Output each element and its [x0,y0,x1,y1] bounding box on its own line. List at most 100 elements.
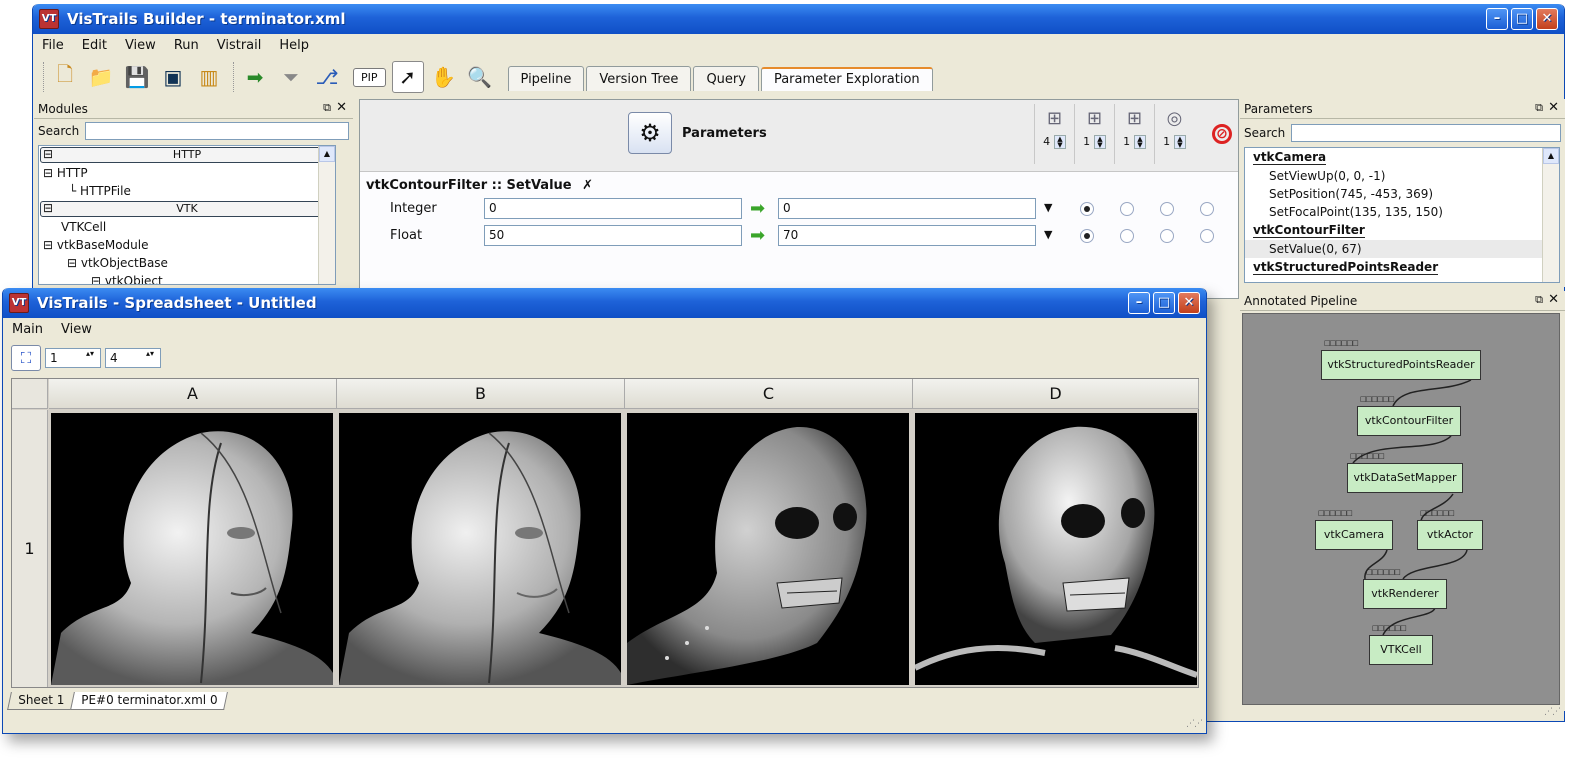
tree-item[interactable]: VTKCell [39,218,335,236]
pip-button[interactable]: PIP [353,67,386,87]
dimension-control-3[interactable]: ⊞ 1 ▲ ▼ [1114,104,1154,164]
sheet-tab-1[interactable]: Sheet 1 [7,692,76,710]
panel-close-icon[interactable]: ✕ [336,100,347,115]
open-folder-icon[interactable]: 📁 [85,61,117,93]
row-count-spinbox[interactable]: 1 [45,348,101,368]
param-start-input[interactable]: 0 [484,198,742,219]
pan-hand-icon[interactable]: ✋ [428,61,460,93]
builder-titlebar[interactable]: VT VisTrails Builder - terminator.xml – … [33,4,1564,34]
pipeline-module[interactable]: vtkContourFilter [1357,395,1461,436]
dimension-spinner[interactable]: ▲ ▼ [1173,134,1186,149]
dimension-control-2[interactable]: ⊞ 1 ▲ ▼ [1074,104,1114,164]
param-item[interactable]: SetViewUp(0, 0, -1) [1245,167,1559,185]
menu-main[interactable]: Main [3,322,52,337]
menu-view[interactable]: View [52,322,101,337]
bookmarks-icon[interactable]: ▥ [193,61,225,93]
tree-category-http[interactable]: HTTP [40,147,334,163]
close-button[interactable]: ✕ [1536,8,1558,30]
param-group-header[interactable]: vtkContourFilter [1245,221,1559,240]
pipeline-module[interactable]: vtkCamera [1315,509,1393,550]
dimension-control-4[interactable]: ◎ 1 ▲ ▼ [1154,104,1194,164]
dimension-radio-3[interactable] [1160,202,1174,216]
param-item[interactable]: SetValue(0, 67) [1245,240,1559,258]
pipeline-module[interactable]: vtkDataSetMapper [1347,452,1463,493]
dimension-radio-1[interactable] [1080,229,1094,243]
param-group-header[interactable]: vtkCamera [1245,148,1559,167]
menu-help[interactable]: Help [270,38,318,53]
dimension-radio-2[interactable] [1120,229,1134,243]
tree-item[interactable]: ⊟ vtkBaseModule [39,236,335,254]
tree-item[interactable]: ⊟ vtkObjectBase [39,254,335,272]
tab-query[interactable]: Query [693,66,759,91]
render-cell-d[interactable] [915,413,1197,685]
maximize-button[interactable]: □ [1511,8,1533,30]
tab-pipeline[interactable]: Pipeline [507,66,585,91]
tree-item[interactable]: └ HTTPFile [39,182,335,200]
grid-corner[interactable] [12,379,48,409]
execute-icon[interactable]: ➡ [239,61,271,93]
param-item[interactable]: SetPosition(745, -453, 369) [1245,185,1559,203]
undock-icon[interactable]: ⧉ [323,101,331,115]
dimension-radio-2[interactable] [1120,202,1134,216]
pipeline-module[interactable]: VTKCell [1369,624,1433,665]
filter-icon[interactable]: ⏷ [275,61,307,93]
tree-layout-icon[interactable]: ⎇ [311,61,343,93]
interpolator-dropdown-icon[interactable]: ▼ [1044,228,1052,241]
menu-file[interactable]: File [33,38,73,53]
tab-parameter-exploration[interactable]: Parameter Exploration [760,67,933,91]
scroll-up-icon[interactable]: ▲ [319,146,335,162]
render-cell-a[interactable] [51,413,333,685]
tab-version-tree[interactable]: Version Tree [586,66,692,91]
menu-vistrail[interactable]: Vistrail [208,38,271,53]
parameters-search-input[interactable] [1291,124,1561,142]
new-file-icon[interactable]: 🗋 [49,61,81,93]
undock-icon[interactable]: ⧉ [1535,101,1543,115]
minimize-button[interactable]: – [1128,292,1150,314]
pipeline-canvas[interactable]: vtkStructuredPointsReader vtkContourFilt… [1242,313,1560,705]
pipeline-module[interactable]: vtkActor [1417,509,1483,550]
modules-scrollbar[interactable]: ▲ [318,146,335,284]
maximize-button[interactable]: □ [1153,292,1175,314]
dimension-radio-4[interactable] [1200,202,1214,216]
column-header-a[interactable]: A [49,379,337,409]
close-button[interactable]: ✕ [1178,292,1200,314]
param-end-input[interactable]: 70 [778,225,1036,246]
remove-function-icon[interactable]: ✗ [582,178,593,193]
dimension-radio-3[interactable] [1160,229,1174,243]
param-group-header[interactable]: vtkStructuredPointsReader [1245,258,1559,277]
tree-item[interactable]: ⊟ vtkObject [39,272,335,284]
menu-view[interactable]: View [116,38,165,53]
dimension-spinner[interactable]: ▲ ▼ [1093,134,1106,149]
console-icon[interactable]: ▣ [157,61,189,93]
interpolator-dropdown-icon[interactable]: ▼ [1044,201,1052,214]
param-end-input[interactable]: 0 [778,198,1036,219]
column-header-c[interactable]: C [625,379,913,409]
resize-grip-icon[interactable]: ⋰⋰ [1186,719,1203,729]
parameters-scrollbar[interactable]: ▲ [1542,148,1559,282]
dimension-control-1[interactable]: ⊞ 4 ▲ ▼ [1034,104,1074,164]
spreadsheet-titlebar[interactable]: VT VisTrails - Spreadsheet - Untitled – … [3,288,1206,318]
column-header-b[interactable]: B [337,379,625,409]
minimize-button[interactable]: – [1486,8,1508,30]
pointer-icon[interactable]: ➚ [391,61,424,93]
pipeline-module[interactable]: vtkRenderer [1363,568,1447,609]
fit-to-window-icon[interactable]: ⛶ [11,345,41,371]
tree-category-vtk[interactable]: VTK [40,201,334,217]
column-count-spinbox[interactable]: 4 [105,348,161,368]
dimension-radio-4[interactable] [1200,229,1214,243]
panel-close-icon[interactable]: ✕ [1548,292,1559,307]
dimension-spinner[interactable]: ▲ ▼ [1133,134,1146,149]
resize-grip-icon[interactable]: ⋰⋰ [1544,707,1561,717]
menu-edit[interactable]: Edit [73,38,116,53]
sheet-tab-pe[interactable]: PE#0 terminator.xml 0 [70,692,229,710]
panel-close-icon[interactable]: ✕ [1548,100,1559,115]
zoom-icon[interactable]: 🔍 [464,61,496,93]
param-start-input[interactable]: 50 [484,225,742,246]
row-header-1[interactable]: 1 [12,410,48,687]
param-item[interactable]: SetFocalPoint(135, 135, 150) [1245,203,1559,221]
menu-run[interactable]: Run [165,38,208,53]
column-header-d[interactable]: D [913,379,1199,409]
dimension-radio-1[interactable] [1080,202,1094,216]
modules-search-input[interactable] [85,122,349,140]
scroll-up-icon[interactable]: ▲ [1543,148,1559,164]
